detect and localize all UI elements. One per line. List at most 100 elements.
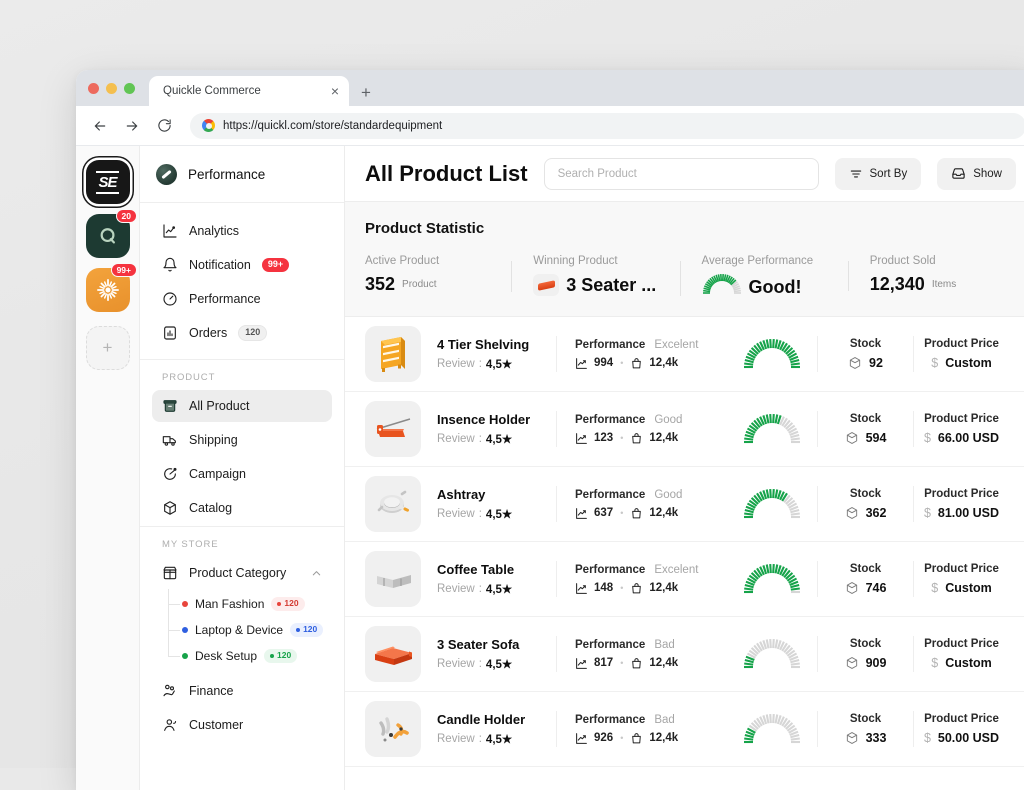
product-review: Review:4,5★ (437, 357, 556, 371)
product-name: 4 Tier Shelving (437, 337, 556, 352)
trend-up-icon (575, 732, 588, 745)
search-input[interactable] (558, 168, 805, 180)
sort-by-label: Sort By (870, 168, 908, 180)
url-text: https://quickl.com/store/standardequipme… (223, 120, 442, 132)
product-performance: Performance Good 123 • 12,4k (557, 414, 727, 445)
product-thumbnail (365, 626, 421, 682)
cube-icon (845, 431, 859, 445)
sidebar-item-notification[interactable]: Notification 99+ (152, 249, 332, 281)
sofa-thumb-icon (533, 274, 559, 296)
performance-gauge (727, 489, 817, 519)
performance-metrics: 637 • 12,4k (575, 507, 727, 520)
app-icon-flower[interactable]: 99+ (86, 268, 130, 312)
product-info: Ashtray Review:4,5★ (421, 487, 556, 521)
sidebar-nav-primary: Analytics Notification 99+ Performance (152, 203, 332, 359)
back-icon[interactable] (86, 112, 114, 140)
category-dot-green (182, 653, 188, 659)
category-item-laptop-device[interactable]: Laptop & Device 120 (172, 617, 332, 643)
product-thumbnail (365, 401, 421, 457)
app-rail: SE 20 (76, 146, 140, 790)
sidebar-item-product-category[interactable]: Product Category (152, 557, 332, 589)
category-item-desk-setup[interactable]: Desk Setup 120 (172, 643, 332, 669)
views-metric: 994 (575, 357, 613, 370)
product-thumbnail (365, 476, 421, 532)
table-row[interactable]: Ashtray Review:4,5★ Performance Good 637… (345, 467, 1024, 542)
address-bar[interactable]: https://quickl.com/store/standardequipme… (190, 113, 1024, 139)
new-tab-button[interactable]: + (361, 84, 371, 101)
truck-icon (162, 432, 178, 448)
performance-label: Performance (575, 489, 645, 501)
close-tab-icon[interactable]: × (331, 84, 339, 98)
add-app-button[interactable]: + (86, 326, 130, 370)
browser-tab[interactable]: Quickle Commerce × (149, 76, 349, 106)
sidebar-label-campaign: Campaign (189, 467, 246, 481)
sidebar-item-catalog[interactable]: Catalog (152, 492, 332, 524)
performance-rating: Bad (654, 639, 674, 651)
flower-logo-icon (95, 277, 121, 303)
sold-metric: 12,4k (630, 657, 678, 670)
sidebar-item-customer[interactable]: Customer (152, 709, 332, 741)
performance-metrics: 148 • 12,4k (575, 582, 727, 595)
chevron-up-icon[interactable] (311, 568, 322, 579)
sidebar-item-analytics[interactable]: Analytics (152, 215, 332, 247)
performance-metrics: 123 • 12,4k (575, 432, 727, 445)
metric-separator: • (620, 508, 623, 518)
sidebar-item-orders[interactable]: Orders 120 (152, 317, 332, 349)
price-label: Product Price (914, 413, 1009, 425)
main-content: All Product List Sort By Show (345, 146, 1024, 790)
show-label: Show (973, 168, 1002, 180)
price-value: $Custom (914, 356, 1009, 370)
se-logo-icon: SE (96, 171, 118, 194)
brand-name: Performance (188, 167, 265, 182)
performance-label: Performance (575, 564, 645, 576)
reload-icon[interactable] (150, 112, 178, 140)
stat-average-performance: Average Performance Good! (680, 255, 848, 300)
product-list: 4 Tier Shelving Review:4,5★ Performance … (345, 317, 1024, 790)
sidebar-item-performance[interactable]: Performance (152, 283, 332, 315)
product-stock: Stock 92 (818, 338, 913, 370)
sidebar-item-finance[interactable]: Finance (152, 675, 332, 707)
search-box[interactable] (544, 158, 819, 190)
window-controls (88, 70, 149, 106)
product-statistic-panel: Product Statistic Active Product 352 Pro… (345, 202, 1024, 317)
app-icon-se[interactable]: SE (86, 160, 130, 204)
show-button[interactable]: Show (937, 158, 1016, 190)
orders-badge: 120 (238, 325, 267, 341)
sidebar-item-shipping[interactable]: Shipping (152, 424, 332, 456)
performance-gauge (727, 414, 817, 444)
bag-icon (630, 432, 643, 445)
table-row[interactable]: 3 Seater Sofa Review:4,5★ Performance Ba… (345, 617, 1024, 692)
section-label-store: MY STORE (152, 527, 332, 557)
product-stock: Stock 909 (818, 638, 913, 670)
sidebar-label-product-category: Product Category (189, 566, 286, 580)
sort-by-button[interactable]: Sort By (835, 158, 922, 190)
performance-rating: Bad (654, 714, 674, 726)
minimize-window-button[interactable] (106, 83, 117, 94)
price-label: Product Price (914, 563, 1009, 575)
customer-icon (162, 717, 178, 733)
product-name: Candle Holder (437, 712, 556, 727)
sidebar-item-campaign[interactable]: Campaign (152, 458, 332, 490)
performance-gauge (727, 564, 817, 594)
close-window-button[interactable] (88, 83, 99, 94)
statistic-title: Product Statistic (365, 220, 1016, 237)
app-icon-q[interactable]: 20 (86, 214, 130, 258)
performance-label: Performance (575, 339, 645, 351)
sidebar-item-all-product[interactable]: All Product (152, 390, 332, 422)
product-stock: Stock 594 (818, 413, 913, 445)
category-item-man-fashion[interactable]: Man Fashion 120 (172, 591, 332, 617)
table-row[interactable]: Coffee Table Review:4,5★ Performance Exc… (345, 542, 1024, 617)
brand-row[interactable]: Performance (152, 146, 332, 202)
store-icon (162, 565, 178, 581)
table-row[interactable]: Insence Holder Review:4,5★ Performance G… (345, 392, 1024, 467)
maximize-window-button[interactable] (124, 83, 135, 94)
stat-product-sold: Product Sold 12,340 Items (848, 255, 1016, 295)
product-price: Product Price $Custom (914, 563, 1009, 595)
product-performance: Performance Excelent 148 • 12,4k (557, 564, 727, 595)
stat-label-active: Active Product (365, 255, 497, 267)
app-shell: SE 20 (76, 146, 1024, 790)
table-row[interactable]: 4 Tier Shelving Review:4,5★ Performance … (345, 317, 1024, 392)
forward-icon[interactable] (118, 112, 146, 140)
table-row[interactable]: Candle Holder Review:4,5★ Performance Ba… (345, 692, 1024, 767)
product-price: Product Price $81.00 USD (914, 488, 1009, 520)
